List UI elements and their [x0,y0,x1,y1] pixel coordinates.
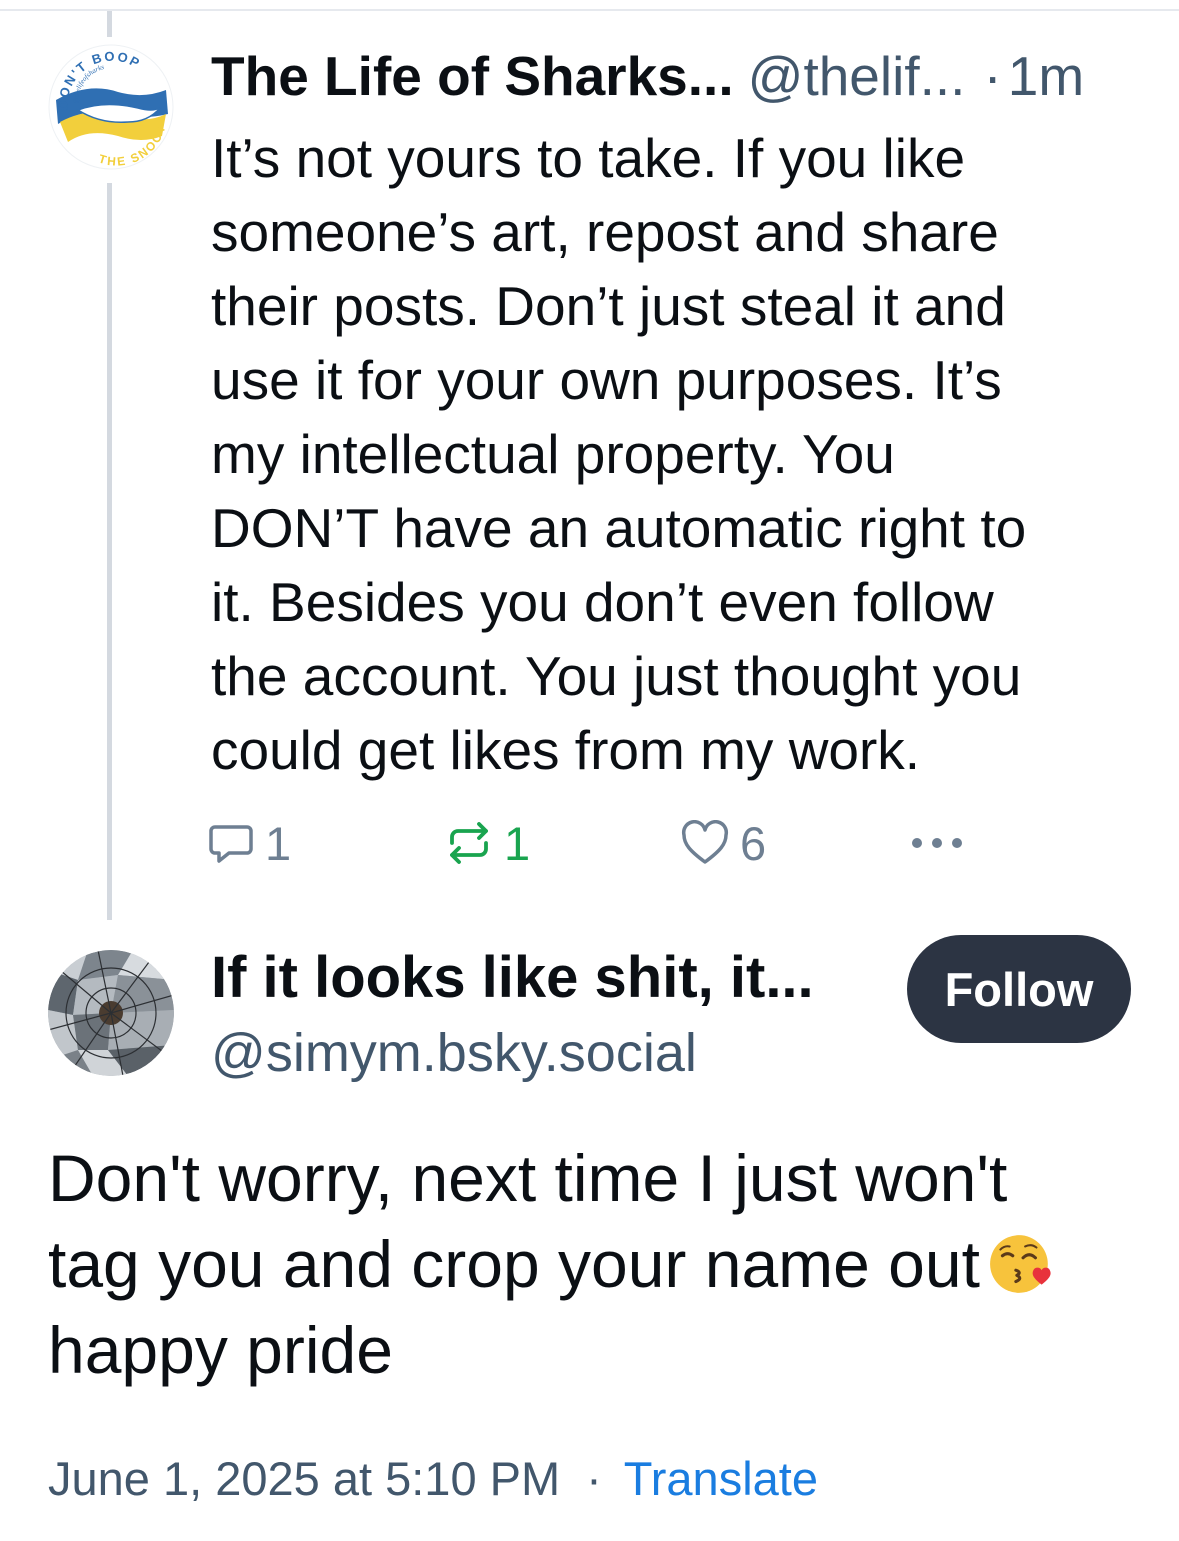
thread-line-top [107,11,112,37]
more-options-button[interactable] [907,808,967,878]
parent-post-text: It’s not yours to take. If you like some… [211,127,1027,781]
reply-author-handle[interactable]: @simym.bsky.social [211,1021,861,1085]
parent-post-header: The Life of Sharks... @thelif... · 1m [211,44,1141,108]
translate-link[interactable]: Translate [624,1452,818,1505]
kissing-face-with-heart-emoji [990,1235,1051,1293]
reply-count: 1 [265,816,292,870]
parent-post-time[interactable]: 1m [1008,45,1084,107]
post-meta: June 1, 2025 at 5:10 PM · Translate [48,1449,1148,1509]
parent-post-actions: 1 1 6 [207,808,987,878]
thread-line [107,183,112,920]
parent-author-name[interactable]: The Life of Sharks... [211,45,734,107]
repost-count: 1 [504,816,531,870]
reply-post-text: Don't worry, next time I just won't tag … [48,1135,1148,1393]
reply-button[interactable]: 1 [207,808,291,878]
reply-text-line: happy pride [48,1313,393,1387]
meta-separator: · [586,1452,602,1505]
shark-logo-avatar: DON'T BOOP @thelifeofsharks THE SNOOT [48,44,174,170]
top-divider [0,9,1179,11]
repost-button[interactable]: 1 [444,808,530,878]
like-button[interactable]: 6 [680,808,766,878]
parent-avatar[interactable]: DON'T BOOP @thelifeofsharks THE SNOOT [48,44,174,170]
parent-time-separator: · [983,45,1002,107]
broken-glass-avatar [48,950,174,1076]
parent-author-handle[interactable]: @thelif... [748,45,966,107]
reply-text-segment: tag you and crop your name out [48,1227,980,1301]
more-dots-icon [912,838,962,848]
reply-bubble-icon [209,825,253,863]
post-date: June 1, 2025 at 5:10 PM [48,1452,561,1505]
thread-view: DON'T BOOP @thelifeofsharks THE SNOOT Th… [0,0,1179,1541]
repost-icon [450,822,488,864]
reply-avatar[interactable] [48,950,174,1076]
like-count: 6 [740,816,767,870]
reply-author-name[interactable]: If it looks like shit, it... [211,944,861,1012]
heart-icon [681,820,729,864]
reply-text-line-with-emoji: tag you and crop your name out [48,1221,1148,1307]
reply-text-line: Don't worry, next time I just won't [48,1141,1008,1215]
follow-button[interactable]: Follow [907,935,1131,1043]
